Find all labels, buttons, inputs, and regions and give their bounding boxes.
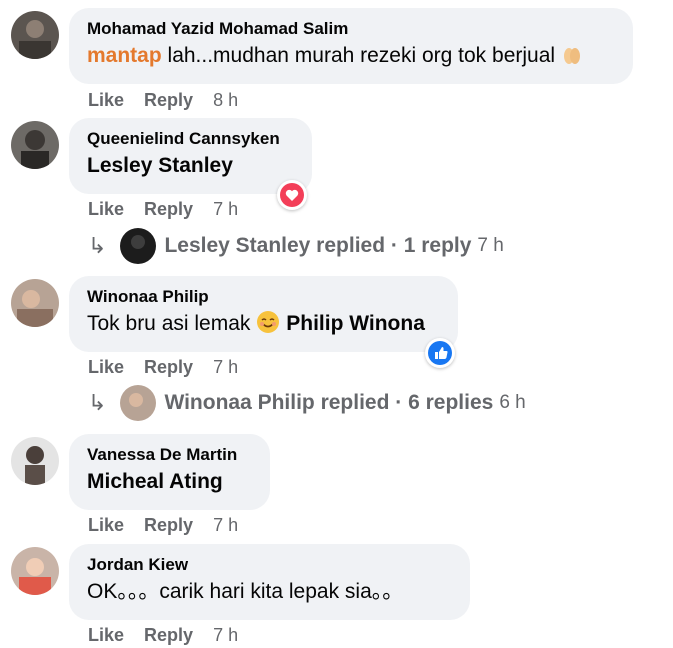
comment-text: mantap lah...mudhan murah rezeki org tok…: [87, 42, 615, 74]
view-replies-link[interactable]: ↳ Lesley Stanley replied · 1 reply 7 h: [88, 228, 504, 264]
view-replies-link[interactable]: ↳ Winonaa Philip replied · 6 replies 6 h: [88, 385, 526, 421]
comment-text: OK。。。carik hari kita lepak sia。。: [87, 580, 404, 603]
smiling-face-emoji-icon: [256, 310, 280, 342]
avatar[interactable]: [11, 279, 59, 327]
love-reaction-badge[interactable]: [277, 180, 307, 210]
timestamp[interactable]: 7 h: [213, 199, 238, 219]
comment-bubble: Vanessa De Martin Micheal Ating: [69, 434, 270, 510]
highlight-tag[interactable]: mantap: [87, 44, 162, 67]
reply-avatar: [120, 228, 157, 264]
reply-button[interactable]: Reply: [144, 625, 193, 645]
comment-actions: Like Reply 7 h: [88, 515, 258, 536]
timestamp[interactable]: 8 h: [213, 90, 238, 110]
avatar[interactable]: [11, 121, 59, 169]
reply-avatar: [120, 385, 157, 421]
mention-link[interactable]: Micheal Ating: [87, 470, 223, 493]
reply-arrow-icon: ↳: [88, 390, 107, 415]
mention-link[interactable]: Lesley Stanley: [87, 154, 233, 177]
comment-text: Micheal Ating: [87, 468, 252, 496]
praying-hands-emoji-icon: [561, 44, 583, 74]
like-reaction-badge[interactable]: [425, 338, 455, 368]
comment-author[interactable]: Winonaa Philip: [87, 286, 440, 308]
comment-actions: Like Reply 7 h: [88, 625, 258, 646]
reply-button[interactable]: Reply: [144, 199, 193, 219]
reply-button[interactable]: Reply: [144, 515, 193, 535]
comment-author[interactable]: Vanessa De Martin: [87, 444, 252, 466]
reply-button[interactable]: Reply: [144, 90, 193, 110]
timestamp[interactable]: 7 h: [213, 357, 238, 377]
reply-button[interactable]: Reply: [144, 357, 193, 377]
avatar[interactable]: [11, 547, 59, 595]
mention-link[interactable]: Philip Winona: [286, 312, 425, 335]
comment-actions: Like Reply 8 h: [88, 90, 258, 111]
like-button[interactable]: Like: [88, 199, 124, 219]
replies-time: 6 h: [499, 392, 526, 413]
comment-bubble: Winonaa Philip Tok bru asi lemak Philip …: [69, 276, 458, 352]
comment-bubble: Jordan Kiew OK。。。carik hari kita lepak s…: [69, 544, 470, 620]
like-button[interactable]: Like: [88, 515, 124, 535]
comment-text: Lesley Stanley: [87, 152, 294, 180]
comment-bubble: Queenielind Cannsyken Lesley Stanley: [69, 118, 312, 194]
comment-bubble: Mohamad Yazid Mohamad Salim mantap lah..…: [69, 8, 633, 84]
replies-summary[interactable]: Winonaa Philip replied · 6 replies: [164, 391, 493, 415]
comment-actions: Like Reply 7 h: [88, 357, 258, 378]
replies-summary[interactable]: Lesley Stanley replied · 1 reply: [164, 234, 471, 258]
timestamp[interactable]: 7 h: [213, 625, 238, 645]
avatar[interactable]: [11, 11, 59, 59]
like-button[interactable]: Like: [88, 625, 124, 645]
comment-body: Tok bru asi lemak: [87, 312, 257, 335]
replies-time: 7 h: [477, 235, 504, 256]
reply-arrow-icon: ↳: [88, 233, 107, 258]
comment-author[interactable]: Mohamad Yazid Mohamad Salim: [87, 18, 615, 40]
comment-author[interactable]: Queenielind Cannsyken: [87, 128, 294, 150]
comment-actions: Like Reply 7 h: [88, 199, 258, 220]
like-button[interactable]: Like: [88, 357, 124, 377]
avatar[interactable]: [11, 437, 59, 485]
like-button[interactable]: Like: [88, 90, 124, 110]
comment-body: lah...mudhan murah rezeki org tok berjua…: [161, 44, 556, 67]
comment-text: Tok bru asi lemak Philip Winona: [87, 310, 440, 342]
timestamp[interactable]: 7 h: [213, 515, 238, 535]
comment-author[interactable]: Jordan Kiew: [87, 554, 452, 576]
